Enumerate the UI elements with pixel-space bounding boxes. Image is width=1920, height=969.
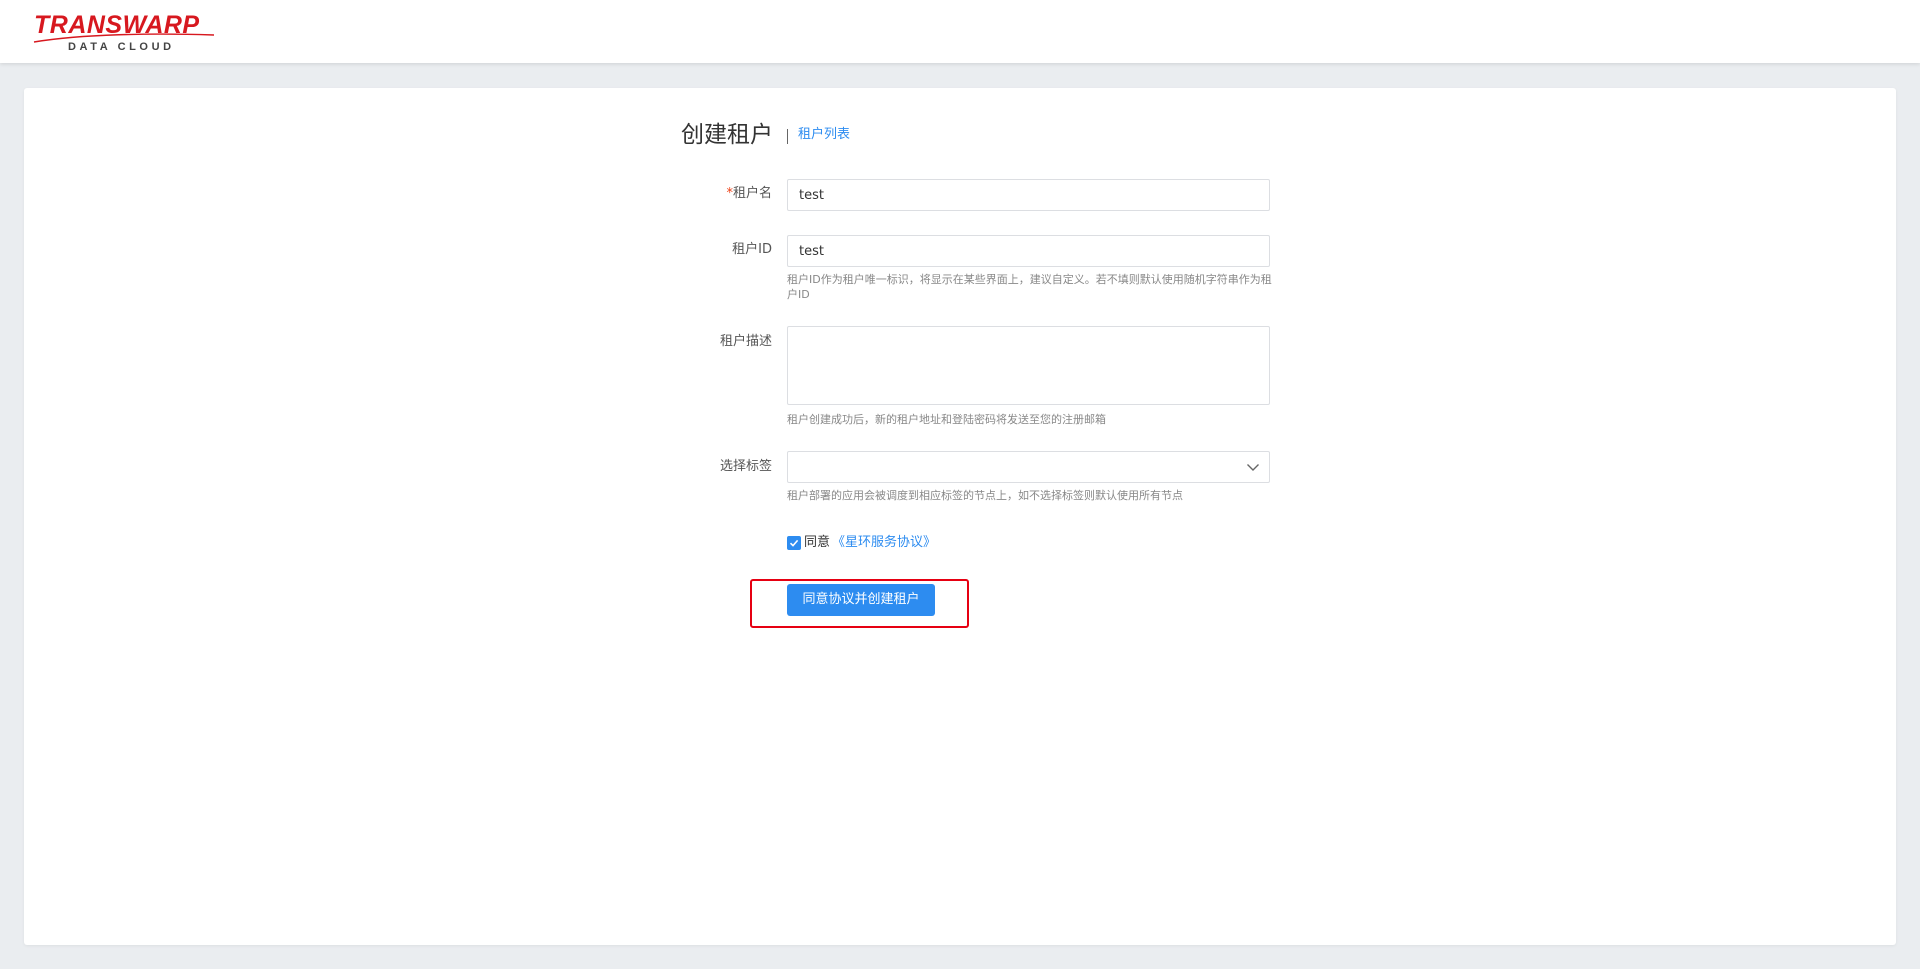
tenant-description-label: 租户描述: [719, 334, 772, 349]
service-agreement-link[interactable]: 《星环服务协议》: [832, 534, 936, 552]
tenant-description-textarea[interactable]: [787, 326, 1270, 405]
tenant-list-link[interactable]: 租户列表: [798, 126, 850, 144]
chevron-down-icon: [1247, 464, 1259, 471]
tenant-name-input[interactable]: [787, 179, 1270, 211]
create-tenant-button[interactable]: 同意协议并创建租户: [787, 584, 935, 616]
title-divider: [787, 129, 788, 144]
logo-subtitle: DATA CLOUD: [68, 41, 175, 53]
agreement-prefix: 同意: [804, 535, 831, 550]
tenant-id-label: 租户ID: [732, 242, 772, 257]
agreement-checkbox[interactable]: [787, 536, 801, 550]
transwarp-logo[interactable]: TRANSWARP DATA CLOUD: [32, 12, 216, 54]
top-header: TRANSWARP DATA CLOUD: [0, 0, 1920, 63]
tenant-name-label: *租户名: [602, 185, 772, 203]
tag-select-label: 选择标签: [719, 459, 772, 474]
tenant-id-hint: 租户ID作为租户唯一标识，将显示在某些界面上，建议自定义。若不填则默认使用随机字…: [787, 273, 1272, 301]
checkmark-icon: [789, 539, 799, 547]
tenant-name-label-text: 租户名: [732, 186, 772, 201]
tag-select[interactable]: [787, 451, 1270, 483]
content-card: [24, 88, 1896, 945]
tenant-id-input[interactable]: [787, 235, 1270, 267]
tag-select-hint: 租户部署的应用会被调度到相应标签的节点上，如不选择标签则默认使用所有节点: [787, 489, 1183, 502]
tenant-description-hint: 租户创建成功后，新的租户地址和登陆密码将发送至您的注册邮箱: [787, 413, 1106, 426]
page-title: 创建租户: [681, 122, 773, 148]
